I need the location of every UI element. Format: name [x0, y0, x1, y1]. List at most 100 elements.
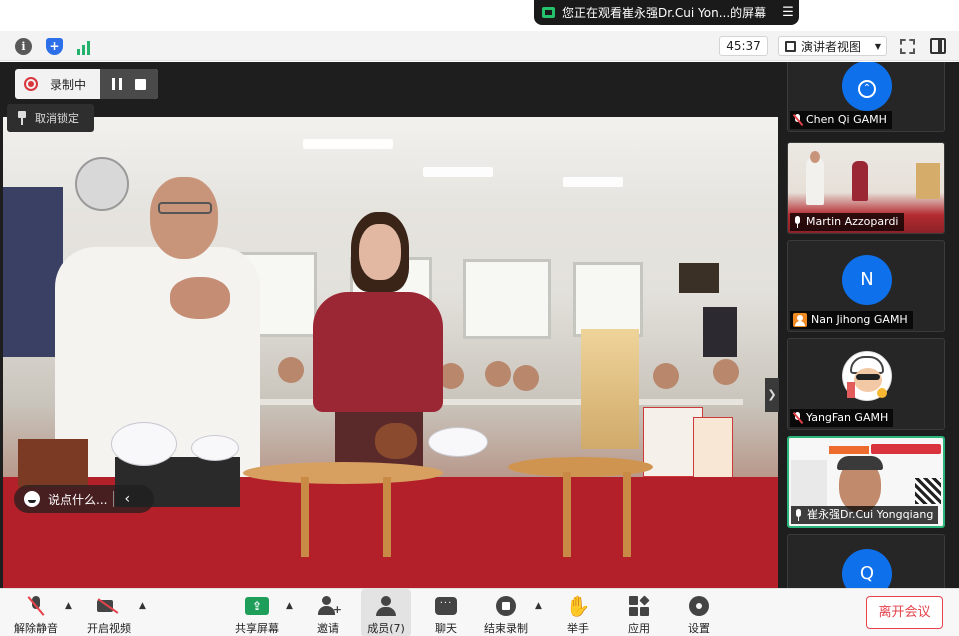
avatar: Q — [842, 549, 892, 588]
participant-name: Chen Qi GAMH — [806, 113, 887, 126]
tea-gift-box — [581, 329, 639, 449]
participant-tile[interactable]: Martin Azzopardi — [787, 142, 945, 234]
security-shield-icon[interactable]: + — [46, 38, 63, 55]
leave-meeting-button[interactable]: 离开会议 — [866, 596, 943, 629]
shared-video-feed — [3, 117, 778, 613]
participant-name-tag: YangFan GAMH — [790, 409, 894, 427]
student — [278, 357, 304, 383]
view-mode-dropdown[interactable]: 演讲者视图 ▼ — [778, 36, 887, 56]
recording-label: 录制中 — [50, 77, 87, 92]
invite-label: 邀请 — [317, 622, 339, 635]
tea-box — [18, 439, 88, 487]
participant-name: YangFan GAMH — [806, 411, 889, 424]
divider — [113, 491, 115, 507]
unmute-button[interactable]: 解除静音 — [10, 589, 62, 636]
stop-recording-icon[interactable] — [134, 78, 146, 90]
participant-name-tag: Martin Azzopardi — [790, 213, 904, 231]
participant-tile[interactable]: Q — [787, 534, 945, 588]
participants-label: 成员(7) — [367, 622, 405, 635]
apps-button[interactable]: 应用 — [617, 589, 661, 636]
head — [150, 177, 218, 259]
participants-button[interactable]: 成员(7) — [361, 589, 411, 636]
signal-strength-icon[interactable] — [77, 38, 94, 55]
participant-name-tag: Nan Jihong GAMH — [790, 311, 913, 329]
share-screen-button[interactable]: ⇪ 共享屏幕 — [230, 589, 284, 636]
pin-icon — [17, 111, 27, 125]
meeting-control-bar: 解除静音 ▲ 开启视频 ▲ ⇪ 共享屏幕 ▲ + 邀请 成员(7) ··· 聊天… — [0, 588, 959, 636]
participant-gallery[interactable]: ⌃ Chen Qi GAMH Martin Azzopardi N Nan Ji… — [779, 62, 959, 588]
participant-name-tag: 崔永强Dr.Cui Yongqiang — [791, 506, 939, 524]
participant-name: Nan Jihong GAMH — [811, 313, 908, 326]
invite-button[interactable]: + 邀请 — [306, 589, 350, 636]
tray-leg — [301, 477, 309, 557]
tray-leg — [563, 472, 571, 557]
pause-recording-icon[interactable] — [112, 78, 123, 90]
chevron-left-icon[interactable]: ‹ — [124, 491, 130, 507]
add-user-icon: + — [318, 596, 342, 616]
fullscreen-icon[interactable] — [900, 39, 915, 54]
sunglasses — [856, 374, 880, 380]
menu-icon[interactable]: ☰ — [777, 5, 799, 20]
classroom-window — [463, 259, 551, 339]
tray-leg — [623, 472, 631, 557]
glasses — [158, 202, 212, 214]
participant-tile-active[interactable]: 崔永强Dr.Cui Yongqiang — [787, 436, 945, 528]
desk-row — [223, 399, 743, 405]
chat-input[interactable]: 说点什么... ‹ — [14, 485, 154, 513]
video-off-icon — [97, 598, 121, 614]
chevron-down-icon: ▼ — [874, 41, 881, 51]
unmute-label: 解除静音 — [14, 622, 58, 635]
meeting-timer: 45:37 — [719, 36, 768, 56]
student — [653, 363, 679, 389]
chevron-up-icon[interactable]: ▲ — [139, 601, 146, 611]
microphone-muted-icon — [29, 596, 43, 616]
side-panel-icon[interactable] — [930, 38, 946, 54]
chevron-up-icon[interactable]: ▲ — [286, 601, 293, 611]
ceiling-light — [423, 167, 493, 177]
user-icon — [793, 313, 807, 327]
wall-board — [3, 187, 63, 357]
gear-icon — [689, 596, 709, 616]
participant-tile[interactable]: ⌃ Chen Qi GAMH — [787, 62, 945, 132]
wooden-tray — [508, 457, 653, 477]
chat-label: 聊天 — [435, 622, 457, 635]
speaker-hair — [837, 456, 883, 470]
ceiling-light — [303, 139, 393, 149]
participant-tile[interactable]: YangFan GAMH — [787, 338, 945, 430]
stripe — [847, 382, 855, 398]
chevron-up-icon[interactable]: ▲ — [65, 601, 72, 611]
ceiling-light — [563, 177, 623, 187]
screen-share-icon — [542, 7, 555, 18]
avatar: ⌃ — [842, 62, 892, 111]
settings-label: 设置 — [688, 622, 710, 635]
participant-name: 崔永强Dr.Cui Yongqiang — [807, 508, 934, 521]
collapse-gallery-button[interactable]: ❯ — [765, 378, 779, 412]
recording-bar: 录制中 — [15, 69, 158, 99]
emoji-icon[interactable] — [24, 491, 40, 507]
info-icon[interactable]: i — [15, 38, 32, 55]
share-screen-label: 共享屏幕 — [235, 622, 279, 635]
slide-banner — [871, 444, 941, 454]
student — [513, 365, 539, 391]
start-video-label: 开启视频 — [87, 622, 131, 635]
white-tea-bowl — [428, 427, 488, 457]
start-video-button[interactable]: 开启视频 — [82, 589, 136, 636]
avatar-icon: ⌃ — [858, 80, 876, 98]
mic-icon — [794, 509, 803, 521]
chat-button[interactable]: ··· 聊天 — [424, 589, 468, 636]
settings-button[interactable]: 设置 — [677, 589, 721, 636]
white-teapot — [111, 422, 177, 466]
head — [810, 151, 820, 163]
chevron-up-icon[interactable]: ▲ — [535, 601, 542, 611]
unpin-button[interactable]: 取消锁定 — [7, 104, 94, 132]
apps-icon — [629, 595, 650, 616]
screen-share-banner[interactable]: 您正在观看崔永强Dr.Cui Yon...的屏幕 ☰ — [534, 0, 799, 25]
raise-hand-icon: ✋ — [565, 594, 591, 618]
coin — [877, 388, 887, 398]
presenter-figure — [806, 157, 824, 205]
clay-teapot — [375, 423, 417, 459]
raise-hand-button[interactable]: ✋ 举手 — [556, 589, 600, 636]
stop-recording-button[interactable]: 结束录制 — [480, 589, 532, 636]
classroom-window — [573, 262, 643, 337]
participant-tile[interactable]: N Nan Jihong GAMH — [787, 240, 945, 332]
